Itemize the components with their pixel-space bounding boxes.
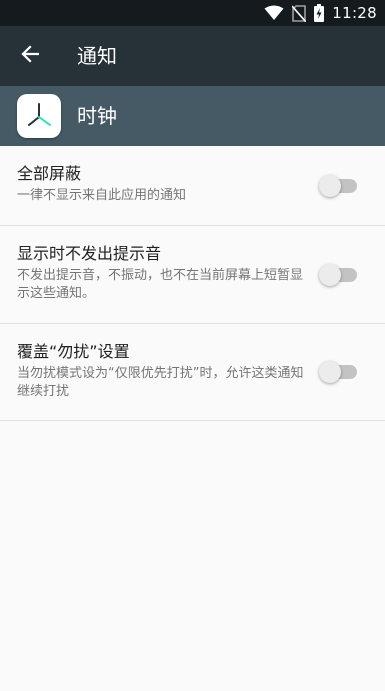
- setting-title: 全部屏蔽: [17, 164, 82, 183]
- settings-list: 全部屏蔽 一律不显示来自此应用的通知 显示时不发出提示音 不发出提示音，不振动，…: [0, 146, 385, 421]
- toggle-thumb: [319, 361, 341, 383]
- clock-app-icon: [17, 94, 61, 138]
- setting-summary: 不发出提示音，不振动，也不在当前屏幕上短暂显示这些通知。: [17, 268, 304, 301]
- no-sim-icon: [292, 4, 307, 22]
- status-bar: 11:28: [0, 0, 385, 26]
- battery-charging-icon: [314, 4, 325, 22]
- setting-silent[interactable]: 显示时不发出提示音 不发出提示音，不振动，也不在当前屏幕上短暂显示这些通知。: [0, 226, 385, 324]
- setting-title: 覆盖“勿扰”设置: [17, 342, 130, 361]
- back-arrow-icon: [21, 45, 40, 67]
- page-title: 通知: [77, 44, 117, 68]
- toggle-thumb: [319, 175, 341, 197]
- app-name: 时钟: [77, 104, 117, 128]
- wifi-icon: [264, 5, 284, 21]
- status-icons: 11:28: [264, 0, 377, 26]
- override-dnd-toggle[interactable]: [319, 361, 357, 383]
- back-button[interactable]: [10, 36, 50, 76]
- app-header: 时钟: [0, 86, 385, 146]
- toggle-thumb: [319, 264, 341, 286]
- setting-summary: 当勿扰模式设为“仅限优先打扰”时，允许这类通知继续打扰: [17, 366, 304, 399]
- setting-block-all[interactable]: 全部屏蔽 一律不显示来自此应用的通知: [0, 146, 385, 226]
- block-all-toggle[interactable]: [319, 175, 357, 197]
- toolbar: 通知: [0, 26, 385, 86]
- silent-toggle[interactable]: [319, 264, 357, 286]
- status-time: 11:28: [332, 4, 377, 22]
- setting-summary: 一律不显示来自此应用的通知: [17, 188, 187, 203]
- setting-title: 显示时不发出提示音: [17, 244, 162, 263]
- setting-override-dnd[interactable]: 覆盖“勿扰”设置 当勿扰模式设为“仅限优先打扰”时，允许这类通知继续打扰: [0, 324, 385, 421]
